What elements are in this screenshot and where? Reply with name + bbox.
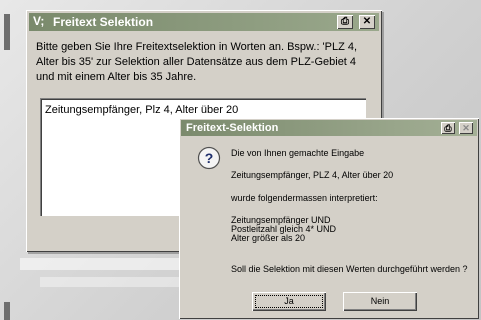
instruction-text: Bitte geben Sie Ihre Freitextselektion i… bbox=[36, 41, 358, 83]
svg-text:?: ? bbox=[205, 150, 214, 166]
app-v-icon: V; bbox=[33, 14, 45, 28]
close-icon[interactable]: ✕ bbox=[359, 15, 375, 29]
question-icon: ? bbox=[197, 146, 221, 170]
print-icon[interactable]: ⎙ bbox=[337, 15, 353, 29]
dialog-titlebar[interactable]: Freitext-Selektion ⎙ ✕ bbox=[181, 120, 477, 136]
dialog-title: Freitext-Selektion bbox=[186, 122, 279, 134]
yes-button[interactable]: Ja bbox=[252, 292, 326, 311]
no-button[interactable]: Nein bbox=[343, 292, 417, 311]
print-icon[interactable]: ⎙ bbox=[441, 122, 455, 134]
confirmation-dialog: Freitext-Selektion ⎙ ✕ ? Die von Ihnen g… bbox=[179, 118, 479, 319]
dialog-entered-input: Zeitungsempfänger, PLZ 4, Alter über 20 bbox=[231, 170, 394, 180]
dialog-intro-text: Die von Ihnen gemachte Eingabe bbox=[231, 148, 365, 158]
window-title: Freitext Selektion bbox=[53, 15, 154, 29]
background-mark bbox=[4, 14, 10, 50]
interpretation-line: Alter größer als 20 bbox=[231, 233, 306, 243]
dialog-interpret-text: wurde folgendermassen interpretiert: bbox=[231, 193, 378, 203]
window-titlebar[interactable]: V; Freitext Selektion ⎙ ✕ bbox=[29, 13, 379, 31]
background-mark bbox=[4, 302, 10, 320]
dialog-question: Soll die Selektion mit diesen Werten dur… bbox=[231, 264, 468, 274]
close-icon[interactable]: ✕ bbox=[459, 122, 473, 134]
input-value: Zeitungsempfänger, Plz 4, Alter über 20 bbox=[45, 104, 239, 116]
